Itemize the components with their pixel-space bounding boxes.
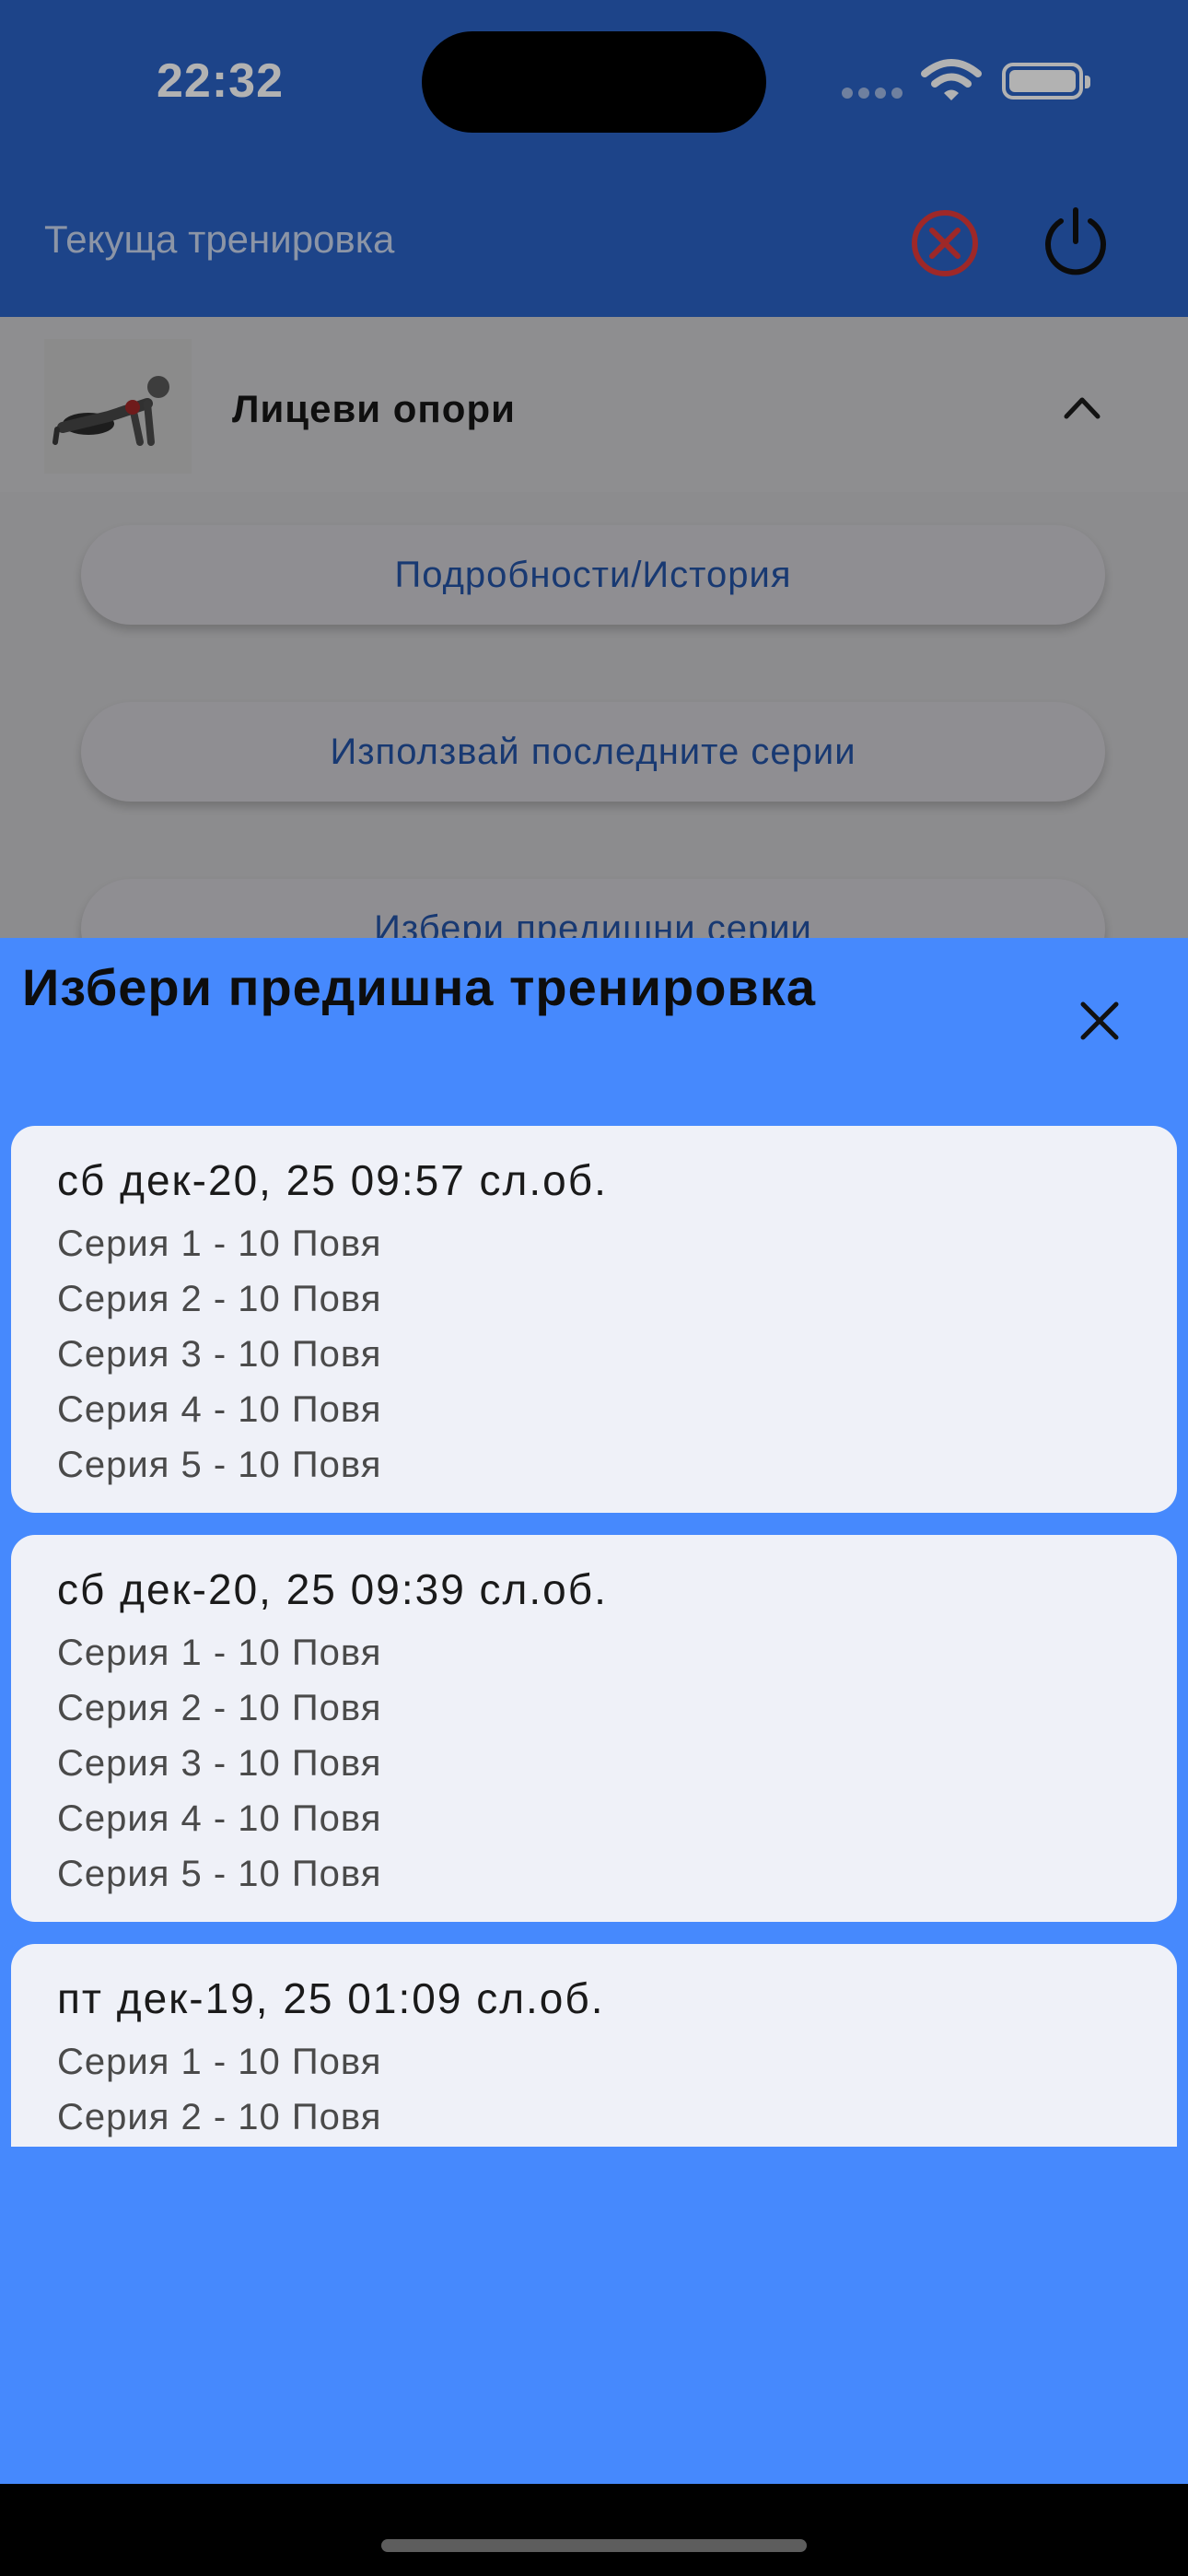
workout-card[interactable]: сб дек-20, 25 09:39 сл.об. Серия 1 - 10 … <box>11 1535 1177 1922</box>
set-list: Серия 1 - 10 Повя Серия 2 - 10 Повя Сери… <box>57 1216 381 1493</box>
workout-list[interactable]: сб дек-20, 25 09:57 сл.об. Серия 1 - 10 … <box>0 1107 1188 2147</box>
dim-overlay[interactable] <box>0 317 1188 938</box>
workout-card[interactable]: сб дек-20, 25 09:57 сл.об. Серия 1 - 10 … <box>11 1126 1177 1513</box>
set-line: Серия 5 - 10 Повя <box>57 1445 382 1485</box>
screen: 22:32 Текуща тренировка Лицеви опори Под… <box>0 0 1188 2576</box>
close-icon[interactable] <box>1072 993 1127 1048</box>
workout-date: сб дек-20, 25 09:57 сл.об. <box>57 1156 608 1204</box>
set-list: Серия 1 - 10 Повя Серия 2 - 10 Повя <box>57 2034 381 2145</box>
set-line: Серия 2 - 10 Повя <box>57 1279 382 1319</box>
header-dim-overlay <box>0 0 1188 317</box>
app-header: 22:32 Текуща тренировка <box>0 0 1188 317</box>
set-line: Серия 5 - 10 Повя <box>57 1854 382 1894</box>
set-line: Серия 3 - 10 Повя <box>57 1334 382 1375</box>
set-line: Серия 1 - 10 Повя <box>57 1224 382 1264</box>
set-line: Серия 4 - 10 Повя <box>57 1798 382 1839</box>
bottom-safe-area <box>0 2484 1188 2576</box>
set-line: Серия 2 - 10 Повя <box>57 1688 382 1728</box>
workout-date: сб дек-20, 25 09:39 сл.об. <box>57 1565 608 1613</box>
home-indicator[interactable] <box>381 2539 807 2552</box>
sheet-title: Избери предишна тренировка <box>22 958 817 1016</box>
previous-workout-sheet: Избери предишна тренировка сб дек-20, 25… <box>0 938 1188 2484</box>
workout-date: пт дек-19, 25 01:09 сл.об. <box>57 1974 605 2022</box>
set-line: Серия 4 - 10 Повя <box>57 1389 382 1430</box>
set-line: Серия 1 - 10 Повя <box>57 2042 382 2082</box>
set-list: Серия 1 - 10 Повя Серия 2 - 10 Повя Сери… <box>57 1625 381 1902</box>
set-line: Серия 2 - 10 Повя <box>57 2097 382 2137</box>
set-line: Серия 1 - 10 Повя <box>57 1633 382 1673</box>
workout-card[interactable]: пт дек-19, 25 01:09 сл.об. Серия 1 - 10 … <box>11 1944 1177 2147</box>
set-line: Серия 3 - 10 Повя <box>57 1743 382 1784</box>
